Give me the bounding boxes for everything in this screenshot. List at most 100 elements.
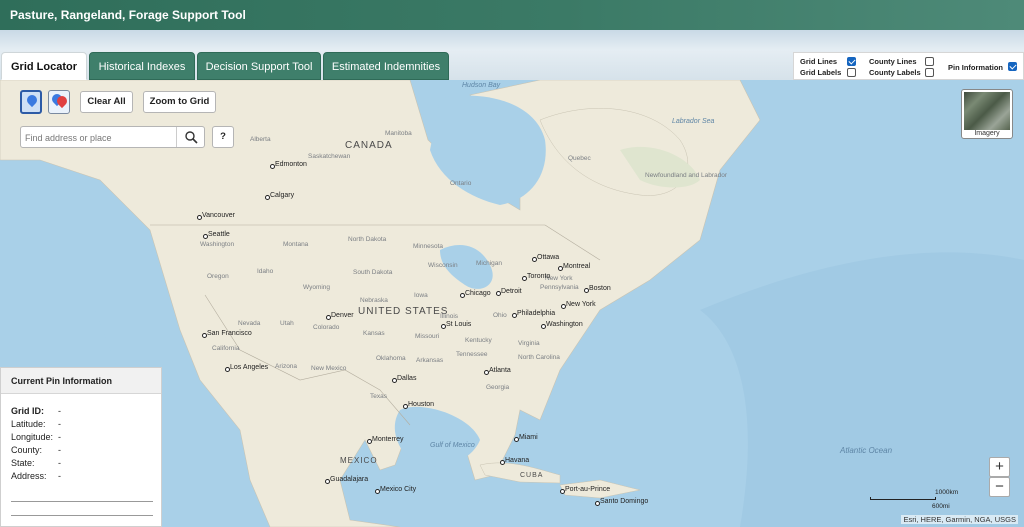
clear-all-button[interactable]: Clear All <box>80 91 133 113</box>
search-button[interactable] <box>176 127 204 147</box>
zoom-out-button[interactable]: − <box>989 477 1010 497</box>
city-label: Monterrey <box>367 436 404 444</box>
scale-mi: 600mi <box>932 503 950 510</box>
zoom-in-button[interactable]: + <box>989 457 1010 477</box>
search-box <box>20 126 205 148</box>
region-label: Ontario <box>450 180 472 187</box>
longitude-label: Longitude: <box>11 432 54 442</box>
tab-decision-support-tool[interactable]: Decision Support Tool <box>197 52 321 80</box>
city-label: Montreal <box>557 263 591 271</box>
county-value: - <box>58 445 61 455</box>
imagery-label: Imagery <box>974 130 1000 137</box>
city-label: Philadelphia <box>511 310 556 318</box>
county-lines-checkbox[interactable] <box>925 57 934 66</box>
search-input[interactable] <box>25 129 175 146</box>
region-label: Wisconsin <box>428 262 458 269</box>
imagery-basemap-toggle[interactable]: Imagery <box>961 89 1013 139</box>
state-label: State: <box>11 458 35 468</box>
tab-grid-locator[interactable]: Grid Locator <box>1 52 87 80</box>
region-label: Arizona <box>275 363 298 370</box>
region-label: New Mexico <box>311 365 347 372</box>
region-label: Minnesota <box>413 243 443 250</box>
city-label: Seattle <box>203 231 230 239</box>
region-label: North Carolina <box>518 354 560 361</box>
zoom-to-grid-button[interactable]: Zoom to Grid <box>143 91 216 113</box>
county-label: County: <box>11 445 43 455</box>
layer-controls: Grid Lines Grid Labels County Lines Coun… <box>793 52 1024 80</box>
city-label: Denver <box>326 312 354 320</box>
county-labels-label: County Labels <box>869 68 921 77</box>
grid-lines-label: Grid Lines <box>800 57 838 66</box>
region-label: Arkansas <box>416 357 444 364</box>
region-label: Manitoba <box>385 130 412 137</box>
city-label: Boston <box>584 285 611 293</box>
city-label: New York <box>561 301 596 309</box>
city-label: Los Angeles <box>224 364 269 372</box>
region-label: California <box>212 345 240 352</box>
city-label: Chicago <box>460 290 491 298</box>
water-label: Gulf of Mexico <box>430 442 475 449</box>
region-label: Alberta <box>250 136 271 143</box>
city-label: St Louis <box>440 321 472 329</box>
search-icon <box>185 131 198 144</box>
city-label: Edmonton <box>270 161 307 169</box>
water-label: Atlantic Ocean <box>840 446 893 455</box>
pin-information-checkbox[interactable] <box>1008 62 1017 71</box>
grid-lines-checkbox[interactable] <box>847 57 856 66</box>
region-label: Ohio <box>493 312 507 319</box>
city-label: Ottawa <box>531 254 560 262</box>
city-label: Washington <box>541 321 583 329</box>
region-label: Illinois <box>440 313 459 320</box>
city-label: Calgary <box>264 192 295 200</box>
city-label: Mexico City <box>374 486 417 494</box>
region-label: Nebraska <box>360 297 388 304</box>
place-pin-button[interactable] <box>20 90 42 114</box>
region-label: Virginia <box>518 340 540 347</box>
region-label: Quebec <box>568 155 591 162</box>
region-label: Montana <box>283 241 309 248</box>
region-label: Idaho <box>257 268 274 275</box>
help-button[interactable]: ? <box>212 126 234 148</box>
pin-information-label: Pin Information <box>948 63 1003 72</box>
region-label: Washington <box>200 241 235 248</box>
region-label: Saskatchewan <box>308 153 351 160</box>
water-label: Hudson Bay <box>462 82 501 89</box>
tab-estimated-indemnities[interactable]: Estimated Indemnities <box>323 52 449 80</box>
grid-labels-label: Grid Labels <box>800 68 842 77</box>
city-label: Dallas <box>391 375 417 383</box>
county-labels-checkbox[interactable] <box>925 68 934 77</box>
region-label: Iowa <box>414 292 428 299</box>
region-label: Georgia <box>486 384 510 391</box>
region-label: Pennsylvania <box>540 284 579 291</box>
region-label: Oklahoma <box>376 355 406 362</box>
region-label: Tennessee <box>456 351 488 358</box>
region-label: Michigan <box>476 260 503 267</box>
city-label: Toronto <box>521 273 551 281</box>
address-label: Address: <box>11 471 47 481</box>
city-label: Miami <box>514 434 538 442</box>
grid-id-label: Grid ID: <box>11 406 44 416</box>
region-label: Nevada <box>238 320 261 327</box>
map-pin-icon <box>24 92 40 108</box>
app-header: Pasture, Rangeland, Forage Support Tool <box>0 0 1024 30</box>
state-value: - <box>58 458 61 468</box>
scale-km: 1000km <box>935 489 959 496</box>
latitude-label: Latitude: <box>11 419 46 429</box>
water-label: Labrador Sea <box>672 118 715 125</box>
grid-labels-checkbox[interactable] <box>847 68 856 77</box>
pin-info-title: Current Pin Information <box>1 368 161 394</box>
multi-pin-button[interactable] <box>48 90 70 114</box>
region-label: Colorado <box>313 324 340 331</box>
address-value: - <box>58 471 61 481</box>
region-label: Kentucky <box>465 337 492 344</box>
city-label: Vancouver <box>197 212 235 220</box>
grid-id-value: - <box>58 406 61 416</box>
divider <box>11 515 153 516</box>
country-label: CANADA <box>345 140 393 151</box>
divider <box>11 501 153 502</box>
app-title: Pasture, Rangeland, Forage Support Tool <box>10 8 246 22</box>
city-label: Detroit <box>496 288 522 296</box>
tab-historical-indexes[interactable]: Historical Indexes <box>89 52 195 80</box>
region-label: Newfoundland and Labrador <box>645 172 728 179</box>
city-label: Atlanta <box>484 367 511 375</box>
